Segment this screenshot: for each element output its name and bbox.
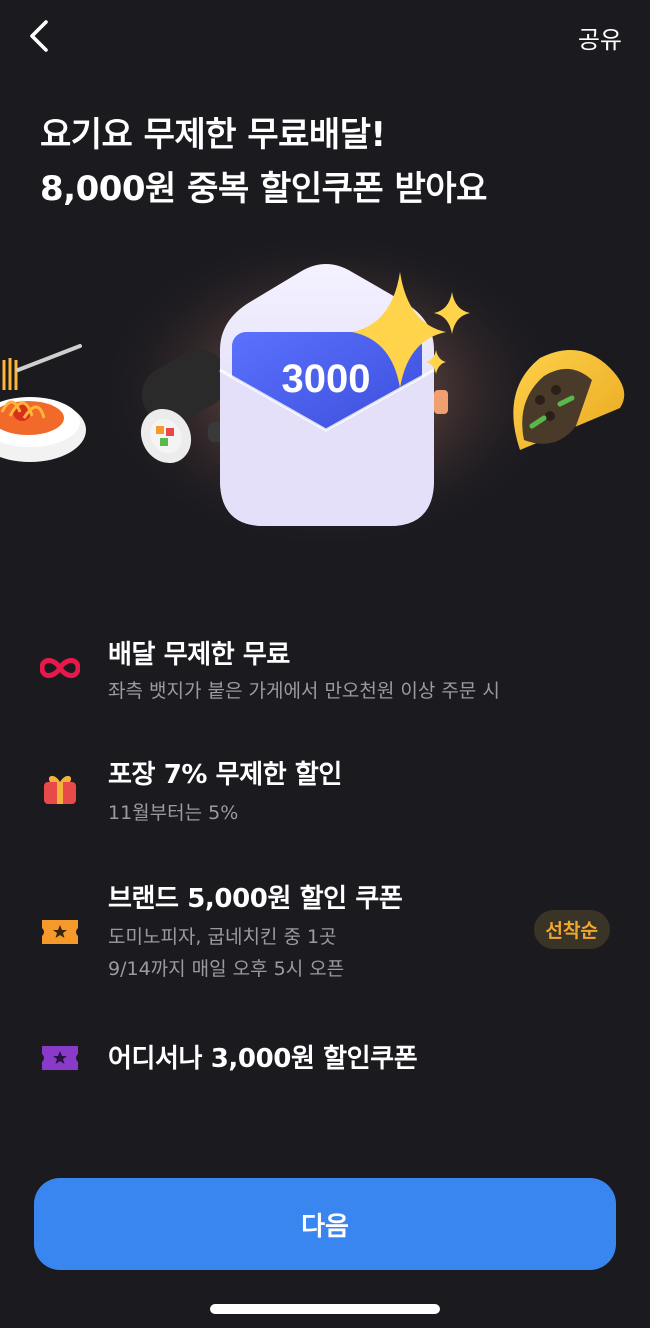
ticket-icon (40, 1038, 80, 1078)
first-come-badge: 선착순 (533, 910, 610, 949)
headline-line-2: 8,000원 중복 할인쿠폰 받아요 (40, 169, 487, 209)
coupon-amount: 3000 (282, 357, 371, 401)
infinity-icon (39, 648, 81, 688)
next-button[interactable]: 다음 (34, 1178, 616, 1270)
spaghetti-icon (0, 344, 86, 462)
benefit-title: 배달 무제한 무료 (108, 640, 290, 670)
benefit-title: 포장 7% 무제한 할인 (108, 760, 342, 790)
benefit-description: 좌측 뱃지가 붙은 가게에서 만오천원 이상 주문 시 (108, 680, 500, 702)
ticket-icon (40, 912, 80, 952)
benefit-description: 도미노피자, 굽네치킨 중 1곳 (108, 926, 337, 948)
page-title: 요기요 무제한 무료배달! 8,000원 중복 할인쿠폰 받아요 (40, 108, 620, 216)
home-indicator (210, 1304, 440, 1314)
gift-icon (40, 768, 80, 808)
chevron-left-icon (30, 20, 48, 52)
benefit-title: 브랜드 5,000원 할인 쿠폰 (108, 884, 403, 914)
share-button[interactable]: 공유 (578, 20, 622, 55)
benefit-title: 어디서나 3,000원 할인쿠폰 (108, 1044, 418, 1074)
back-button[interactable] (22, 16, 62, 56)
benefit-description-secondary: 9/14까지 매일 오후 5시 오픈 (108, 958, 345, 980)
next-button-label: 다음 (301, 1211, 349, 1242)
hero-illustration: 3000 (0, 225, 650, 580)
top-bar: 공유 (0, 0, 650, 76)
benefit-description: 11월부터는 5% (108, 802, 239, 824)
headline-line-1: 요기요 무제한 무료배달! (40, 115, 386, 155)
